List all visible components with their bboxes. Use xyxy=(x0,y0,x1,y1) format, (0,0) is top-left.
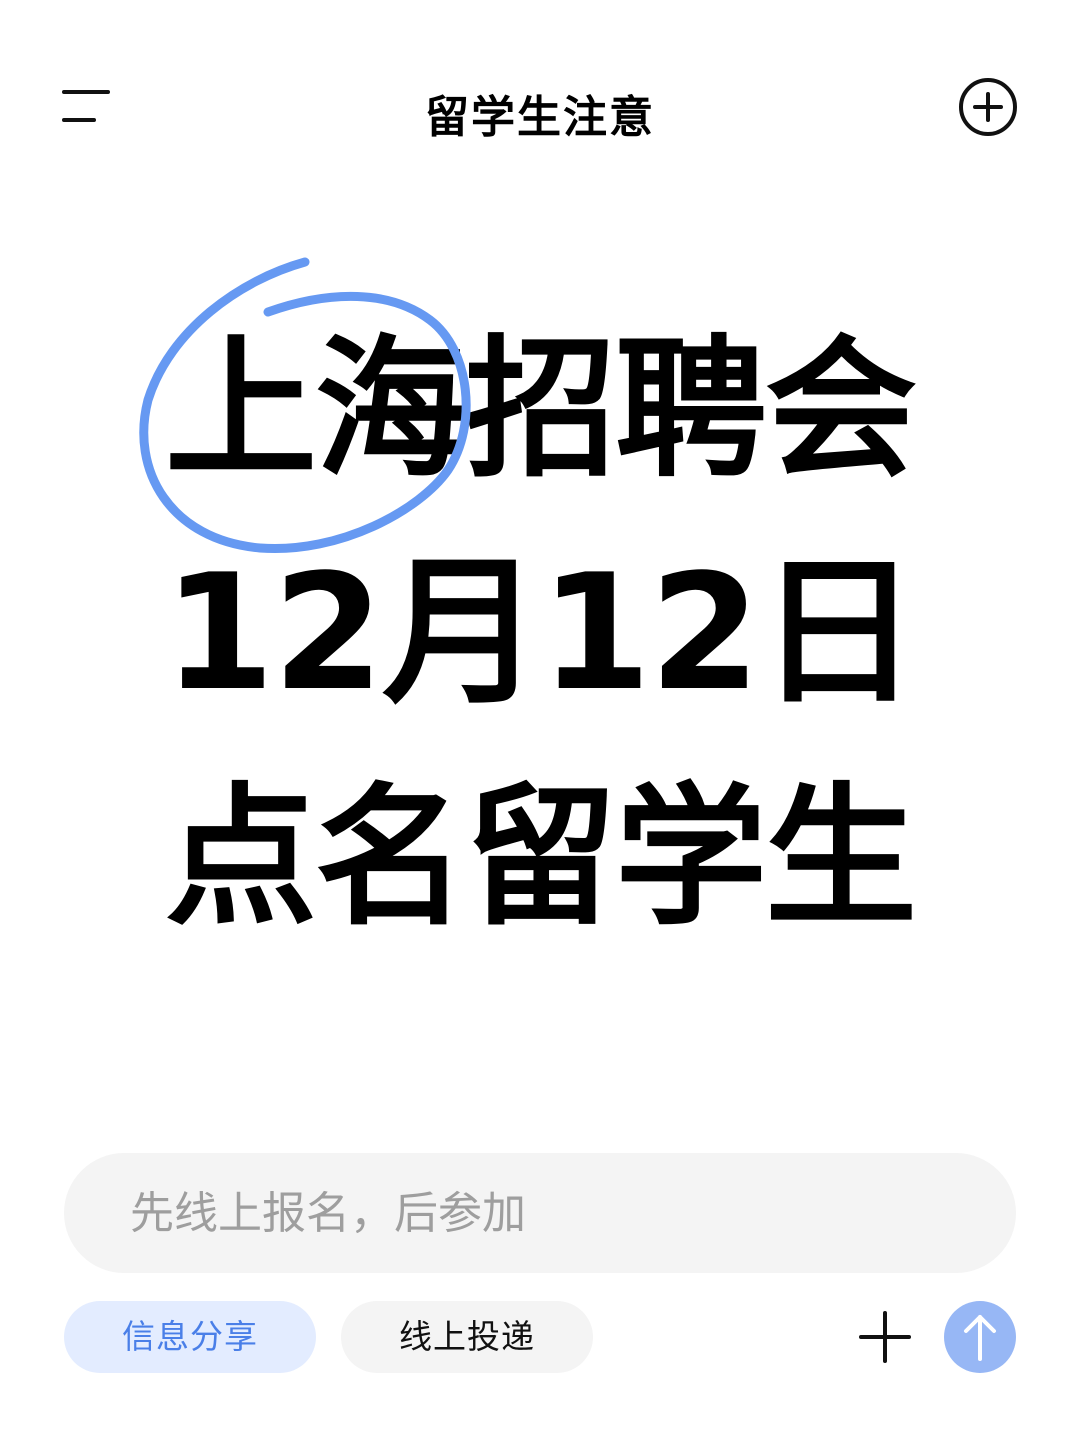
new-button[interactable] xyxy=(956,75,1020,139)
message-input-box[interactable] xyxy=(64,1153,1016,1273)
plus-circle-icon xyxy=(959,78,1017,136)
headline-line-3: 点名留学生 xyxy=(165,769,917,946)
chip-online-submit[interactable]: 线上投递 xyxy=(341,1301,593,1373)
headline-line-2: 12月12日 xyxy=(163,539,918,726)
top-bar: 留学生注意 xyxy=(0,0,1080,200)
plus-icon xyxy=(859,1311,911,1363)
chip-info-share[interactable]: 信息分享 xyxy=(64,1301,316,1373)
send-button[interactable] xyxy=(944,1301,1016,1373)
headline-line-1: 上海招聘会 xyxy=(165,321,917,498)
message-input[interactable] xyxy=(128,1186,952,1240)
add-button[interactable] xyxy=(858,1310,912,1364)
arrow-up-icon xyxy=(964,1315,996,1361)
page-title: 留学生注意 xyxy=(425,92,655,143)
